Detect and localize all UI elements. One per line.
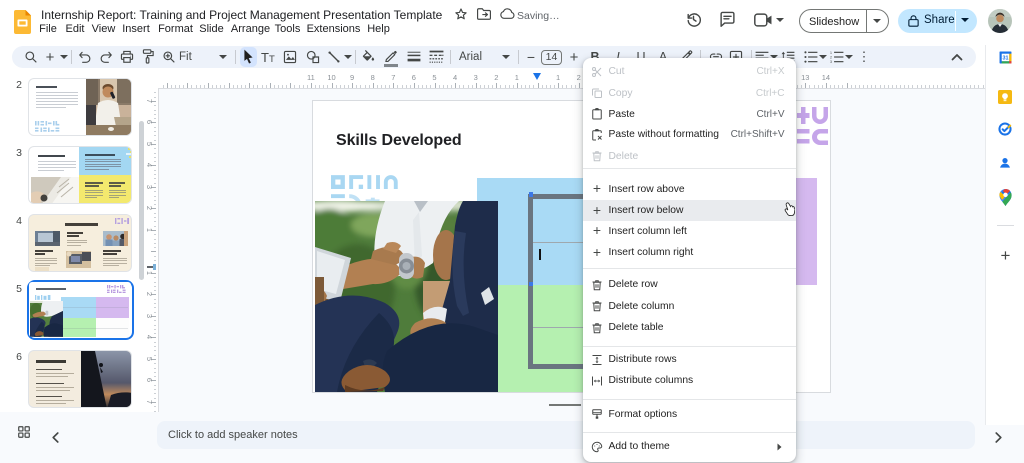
svg-text:2: 2 [830, 55, 832, 59]
svg-text:3: 3 [830, 60, 832, 63]
svg-text:1: 1 [830, 51, 832, 55]
svg-text:31: 31 [1002, 55, 1008, 61]
